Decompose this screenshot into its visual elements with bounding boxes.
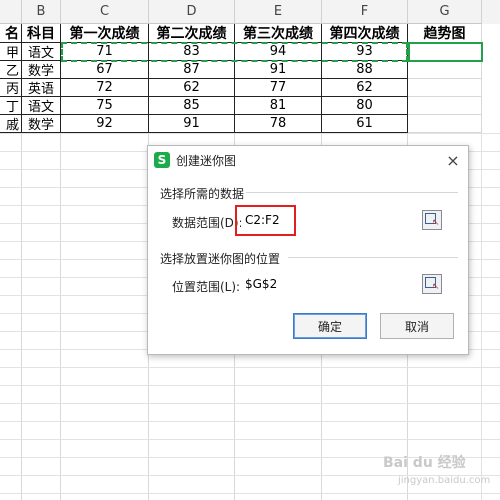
table-cell[interactable]: 91	[235, 61, 322, 79]
table-header-cell[interactable]: 第一次成绩	[61, 24, 149, 43]
gridline	[0, 421, 500, 422]
table-cell[interactable]: 61	[322, 115, 408, 133]
table-header-cell[interactable]: 第三次成绩	[235, 24, 322, 43]
table-cell[interactable]: 80	[322, 97, 408, 115]
column-header[interactable]: E	[235, 0, 322, 24]
table-cell[interactable]: 72	[61, 79, 149, 97]
table-cell[interactable]: 丁	[0, 97, 22, 115]
table-cell[interactable]: 62	[322, 79, 408, 97]
table-cell[interactable]: 78	[235, 115, 322, 133]
table-header-cell[interactable]: 科目	[22, 24, 61, 43]
table-cell[interactable]: 75	[61, 97, 149, 115]
column-header[interactable]	[0, 0, 22, 24]
table-cell[interactable]: 67	[61, 61, 149, 79]
ok-button[interactable]: 确定	[293, 313, 367, 339]
table-cell[interactable]	[408, 97, 482, 115]
table-cell[interactable]: 数学	[22, 61, 61, 79]
table-cell[interactable]: 英语	[22, 79, 61, 97]
gridline	[0, 133, 500, 134]
table-cell[interactable]: 语文	[22, 97, 61, 115]
close-icon[interactable]: ×	[444, 151, 462, 170]
column-header[interactable]: F	[322, 0, 408, 24]
watermark-sub: jingyan.baidu.com	[398, 475, 491, 486]
range-selection-marquee	[61, 42, 408, 62]
table-header-cell[interactable]: 第二次成绩	[149, 24, 235, 43]
table-cell[interactable]: 乙	[0, 61, 22, 79]
table-header-cell[interactable]: 名	[0, 24, 22, 43]
watermark: Bai du 经验	[383, 455, 466, 471]
table-cell[interactable]: 81	[235, 97, 322, 115]
divider	[288, 257, 458, 258]
table-cell[interactable]: 62	[149, 79, 235, 97]
gridline	[0, 385, 500, 386]
location-range-label: 位置范围(L):	[172, 280, 241, 294]
gridline	[0, 439, 500, 440]
column-header[interactable]: B	[22, 0, 61, 24]
location-range-input[interactable]	[241, 273, 426, 295]
table-cell[interactable]: 数学	[22, 115, 61, 133]
table-header-cell[interactable]: 第四次成绩	[322, 24, 408, 43]
table-cell[interactable]	[408, 79, 482, 97]
column-header[interactable]: G	[408, 0, 482, 24]
data-range-input[interactable]	[241, 209, 426, 231]
range-picker-icon[interactable]: ↖	[422, 210, 442, 230]
table-cell[interactable]: 丙	[0, 79, 22, 97]
gridline	[0, 403, 500, 404]
data-range-label: 数据范围(D):	[172, 216, 243, 230]
app-logo-icon: S	[154, 152, 170, 168]
divider	[246, 192, 458, 193]
dialog-title-bar[interactable]: S 创建迷你图 ×	[148, 146, 468, 174]
table-cell[interactable]: 88	[322, 61, 408, 79]
location-picker-icon[interactable]: ↖	[422, 274, 442, 294]
table-cell[interactable]	[408, 115, 482, 133]
cancel-button[interactable]: 取消	[380, 313, 454, 339]
table-cell[interactable]: 甲	[0, 43, 22, 61]
create-sparkline-dialog: S 创建迷你图 × 选择所需的数据 数据范围(D): ↖ 选择放置迷你图的位置 …	[147, 145, 469, 355]
table-cell[interactable]: 85	[149, 97, 235, 115]
table-header-cell[interactable]: 趋势图	[408, 24, 482, 43]
table-cell[interactable]: 91	[149, 115, 235, 133]
table-cell[interactable]	[408, 61, 482, 79]
gridline	[0, 493, 500, 494]
table-cell[interactable]: 87	[149, 61, 235, 79]
section-location-label: 选择放置迷你图的位置	[160, 252, 281, 266]
selected-cell-g2[interactable]	[408, 42, 483, 62]
table-cell[interactable]: 77	[235, 79, 322, 97]
dialog-title: 创建迷你图	[176, 154, 237, 168]
section-data-label: 选择所需的数据	[160, 187, 245, 201]
table-cell[interactable]: 语文	[22, 43, 61, 61]
table-cell[interactable]: 92	[61, 115, 149, 133]
table-cell[interactable]: 戚	[0, 115, 22, 133]
column-header[interactable]: D	[149, 0, 235, 24]
column-header[interactable]: C	[61, 0, 149, 24]
gridline	[0, 367, 500, 368]
